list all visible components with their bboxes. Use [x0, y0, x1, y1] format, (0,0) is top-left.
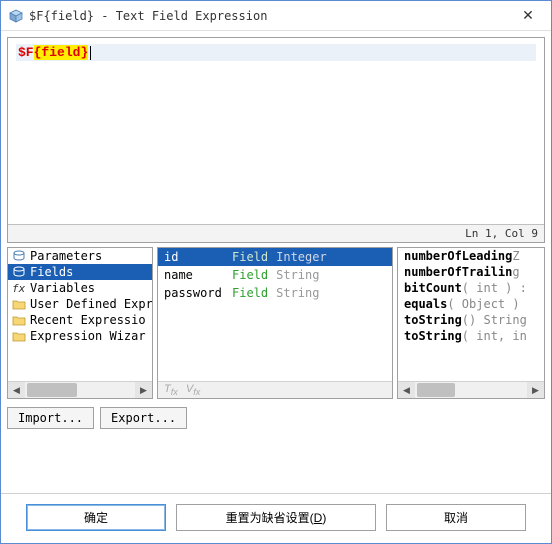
cursor-position: Ln 1, Col 9 — [465, 227, 538, 240]
field-row[interactable]: idFieldInteger — [158, 248, 392, 266]
method-row[interactable]: toString( int, in — [398, 328, 544, 344]
content-area: $F{field} Ln 1, Col 9 ParametersFieldsfx… — [1, 31, 551, 493]
category-pane: ParametersFieldsfxVariablesUser Defined … — [7, 247, 153, 399]
tool-icon[interactable]: Tfx — [164, 383, 178, 397]
dialog-buttons: 确定 重置为缺省设置(D) 取消 — [1, 493, 551, 543]
method-row[interactable]: equals( Object ) — [398, 296, 544, 312]
scroll-right-icon[interactable]: ▶ — [135, 382, 152, 398]
token-prefix: $F — [18, 45, 34, 60]
scrollbar[interactable]: ◀ ▶ — [398, 381, 544, 398]
cube-icon — [9, 9, 23, 23]
tool-icon[interactable]: Vfx — [186, 383, 200, 397]
editor-line: $F{field} — [16, 44, 536, 61]
scrollbar[interactable]: ◀ ▶ — [8, 381, 152, 398]
field-row[interactable]: nameFieldString — [158, 266, 392, 284]
token-field: field — [41, 45, 80, 60]
tree-item-expression-wizar[interactable]: Expression Wizar — [8, 328, 152, 344]
dialog-window: $F{field} - Text Field Expression ✕ $F{f… — [0, 0, 552, 544]
import-export-row: Import... Export... — [7, 407, 545, 429]
tree-item-user-defined-expr[interactable]: User Defined Expr — [8, 296, 152, 312]
tree-item-parameters[interactable]: Parameters — [8, 248, 152, 264]
titlebar: $F{field} - Text Field Expression ✕ — [1, 1, 551, 31]
editor-statusbar: Ln 1, Col 9 — [8, 224, 544, 242]
window-title: $F{field} - Text Field Expression — [29, 9, 513, 23]
method-row[interactable]: bitCount( int ) : — [398, 280, 544, 296]
editor-textarea[interactable]: $F{field} — [8, 38, 544, 224]
text-cursor — [90, 46, 91, 60]
method-row[interactable]: numberOfLeadingZ — [398, 248, 544, 264]
scroll-left-icon[interactable]: ◀ — [8, 382, 25, 398]
token-brace-open: { — [34, 45, 42, 60]
fields-toolbar: Tfx Vfx — [158, 381, 392, 398]
fields-list[interactable]: idFieldIntegernameFieldStringpasswordFie… — [158, 248, 392, 381]
cancel-button[interactable]: 取消 — [386, 504, 526, 531]
category-tree[interactable]: ParametersFieldsfxVariablesUser Defined … — [8, 248, 152, 381]
method-row[interactable]: numberOfTrailing — [398, 264, 544, 280]
close-button[interactable]: ✕ — [513, 4, 543, 28]
token-brace-close: } — [80, 45, 88, 60]
ok-button[interactable]: 确定 — [26, 504, 166, 531]
tree-item-recent-expressio[interactable]: Recent Expressio — [8, 312, 152, 328]
expression-editor: $F{field} Ln 1, Col 9 — [7, 37, 545, 243]
methods-list[interactable]: numberOfLeadingZnumberOfTrailingbitCount… — [398, 248, 544, 381]
field-row[interactable]: passwordFieldString — [158, 284, 392, 302]
import-button[interactable]: Import... — [7, 407, 94, 429]
export-button[interactable]: Export... — [100, 407, 187, 429]
scroll-right-icon[interactable]: ▶ — [527, 382, 544, 398]
fields-pane: idFieldIntegernameFieldStringpasswordFie… — [157, 247, 393, 399]
scroll-left-icon[interactable]: ◀ — [398, 382, 415, 398]
method-row[interactable]: toString() String — [398, 312, 544, 328]
reset-defaults-button[interactable]: 重置为缺省设置(D) — [176, 504, 376, 531]
methods-pane: numberOfLeadingZnumberOfTrailingbitCount… — [397, 247, 545, 399]
tree-item-variables[interactable]: fxVariables — [8, 280, 152, 296]
tree-item-fields[interactable]: Fields — [8, 264, 152, 280]
panes-row: ParametersFieldsfxVariablesUser Defined … — [7, 247, 545, 399]
